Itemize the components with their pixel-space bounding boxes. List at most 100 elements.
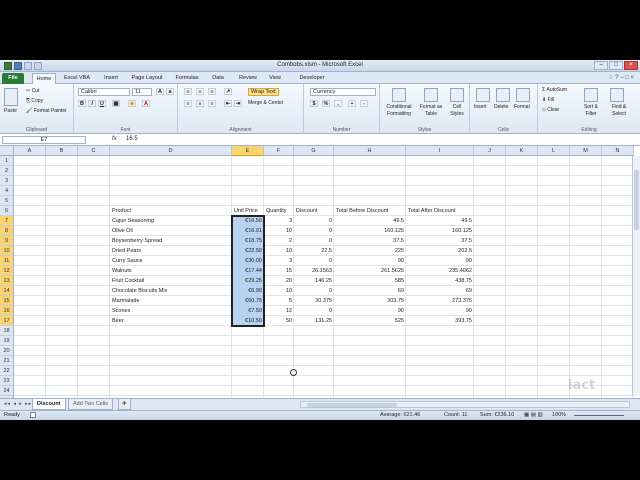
table-cell[interactable]: 37.5 xyxy=(406,236,474,246)
italic-button[interactable]: I xyxy=(88,100,96,107)
row-header-18[interactable]: 18 xyxy=(0,326,14,336)
worksheet-grid[interactable]: A B C D E F G H I J K L M N 1 2 3 4 5 6 7 8 9 10 11 12 13 14 15 16 17 1… xyxy=(0,146,640,420)
autosum-button[interactable]: Σ AutoSum xyxy=(542,87,567,94)
vertical-scrollbar[interactable] xyxy=(632,156,640,396)
grow-font-icon[interactable]: A xyxy=(156,88,164,95)
shrink-font-icon[interactable]: a xyxy=(166,88,174,95)
maximize-button[interactable]: □ xyxy=(609,61,623,70)
tab-file[interactable]: File xyxy=(2,73,24,84)
fill-button[interactable]: ⬇ Fill xyxy=(542,97,554,104)
conditional-formatting-button[interactable]: Conditional Formatting xyxy=(382,104,416,118)
increase-decimal-icon[interactable]: + xyxy=(348,100,356,107)
header-cell[interactable]: Unit Price xyxy=(232,206,264,216)
column-header-f[interactable]: F xyxy=(264,146,294,156)
table-cell[interactable]: 30.375 xyxy=(294,296,334,306)
table-cell[interactable]: 90 xyxy=(406,306,474,316)
font-size-field[interactable]: 11 xyxy=(132,88,152,96)
table-cell[interactable]: €22.50 xyxy=(232,246,264,256)
product-cell[interactable]: Cajun Seasoning xyxy=(110,216,232,226)
table-cell[interactable]: 50 xyxy=(264,316,294,326)
table-cell[interactable]: 12 xyxy=(264,306,294,316)
product-cell[interactable]: Marmalade xyxy=(110,296,232,306)
align-bottom-icon[interactable]: ≡ xyxy=(208,88,216,95)
table-cell[interactable]: 160.125 xyxy=(406,226,474,236)
column-header-n[interactable]: N xyxy=(602,146,634,156)
column-header-b[interactable]: B xyxy=(46,146,78,156)
table-cell[interactable]: €7.50 xyxy=(232,306,264,316)
product-cell[interactable]: Fruit Cocktail xyxy=(110,276,232,286)
tab-data[interactable]: Data xyxy=(208,73,228,84)
row-header-11[interactable]: 11 xyxy=(0,256,14,266)
row-header-14[interactable]: 14 xyxy=(0,286,14,296)
close-button[interactable]: × xyxy=(624,61,638,70)
table-cell[interactable]: 202.5 xyxy=(406,246,474,256)
sort-filter-icon[interactable] xyxy=(584,88,598,102)
row-header-8[interactable]: 8 xyxy=(0,226,14,236)
table-cell[interactable]: 0 xyxy=(294,306,334,316)
table-cell[interactable]: 10 xyxy=(264,286,294,296)
column-header-c[interactable]: C xyxy=(78,146,110,156)
tab-excel-vba[interactable]: Excel VBA xyxy=(62,73,92,84)
view-buttons-icon[interactable]: ▦ ▤ ▥ xyxy=(524,411,543,420)
tab-view[interactable]: View xyxy=(266,73,284,84)
underline-button[interactable]: U xyxy=(98,100,106,107)
insert-cells-icon[interactable] xyxy=(476,88,490,102)
table-cell[interactable]: 22.5 xyxy=(294,246,334,256)
percent-style-icon[interactable]: % xyxy=(322,100,330,107)
clear-button[interactable]: ◇ Clear xyxy=(542,107,559,114)
row-header-1[interactable]: 1 xyxy=(0,156,14,166)
tab-insert[interactable]: Insert xyxy=(100,73,122,84)
font-name-field[interactable]: Calibri xyxy=(78,88,130,96)
header-cell[interactable]: Discount xyxy=(294,206,334,216)
column-header-h[interactable]: H xyxy=(334,146,406,156)
table-cell[interactable]: 160.125 xyxy=(334,226,406,236)
find-select-button[interactable]: Find & Select xyxy=(606,104,632,118)
cut-button[interactable]: ✂ Cut xyxy=(26,88,39,95)
table-cell[interactable]: €16.50 xyxy=(232,216,264,226)
column-header-g[interactable]: G xyxy=(294,146,334,156)
column-header-d[interactable]: D xyxy=(110,146,232,156)
table-cell[interactable]: 5 xyxy=(264,296,294,306)
format-as-table-button[interactable]: Format as Table xyxy=(418,104,444,118)
table-cell[interactable]: 273.375 xyxy=(406,296,474,306)
table-cell[interactable]: 0 xyxy=(294,236,334,246)
sort-filter-button[interactable]: Sort & Filter xyxy=(578,104,604,118)
table-cell[interactable]: 585 xyxy=(334,276,406,286)
align-middle-icon[interactable]: ≡ xyxy=(196,88,204,95)
table-cell[interactable]: 3 xyxy=(264,256,294,266)
wrap-text-button[interactable]: Wrap Text xyxy=(248,88,279,96)
zoom-level[interactable]: 100% xyxy=(552,411,566,420)
align-right-icon[interactable]: ≡ xyxy=(208,100,216,107)
table-cell[interactable]: 261.5625 xyxy=(334,266,406,276)
table-cell[interactable]: 49.5 xyxy=(334,216,406,226)
table-cell[interactable]: €29.25 xyxy=(232,276,264,286)
row-header-17[interactable]: 17 xyxy=(0,316,14,326)
table-cell[interactable]: 225 xyxy=(334,246,406,256)
header-cell[interactable]: Quantity xyxy=(264,206,294,216)
merge-center-button[interactable]: Merge & Center xyxy=(248,100,283,107)
name-box[interactable]: E7 xyxy=(2,136,86,144)
sheet-navigation-icon[interactable]: ◂◂ ◂ ▸ ▸▸ xyxy=(4,401,32,407)
product-cell[interactable]: Scones xyxy=(110,306,232,316)
table-cell[interactable]: 2 xyxy=(264,236,294,246)
row-header-4[interactable]: 4 xyxy=(0,186,14,196)
column-header-e[interactable]: E xyxy=(232,146,264,156)
product-cell[interactable]: Chocolate Biscuits Mix xyxy=(110,286,232,296)
table-cell[interactable]: 69 xyxy=(406,286,474,296)
table-cell[interactable]: 0 xyxy=(294,256,334,266)
row-header-21[interactable]: 21 xyxy=(0,356,14,366)
table-cell[interactable]: 438.75 xyxy=(406,276,474,286)
table-cell[interactable]: 90 xyxy=(334,256,406,266)
table-cell[interactable]: 15 xyxy=(264,266,294,276)
header-cell[interactable]: Product xyxy=(110,206,232,216)
decrease-indent-icon[interactable]: ⇤ xyxy=(224,100,232,107)
table-cell[interactable]: 10 xyxy=(264,246,294,256)
paste-button[interactable]: Paste xyxy=(4,108,17,115)
table-cell[interactable]: 393.75 xyxy=(406,316,474,326)
table-cell[interactable]: 0 xyxy=(294,226,334,236)
table-cell[interactable]: 10 xyxy=(264,226,294,236)
table-cell[interactable]: €17.44 xyxy=(232,266,264,276)
vertical-scroll-thumb[interactable] xyxy=(634,170,639,230)
table-cell[interactable]: 303.75 xyxy=(334,296,406,306)
row-header-24[interactable]: 24 xyxy=(0,386,14,396)
